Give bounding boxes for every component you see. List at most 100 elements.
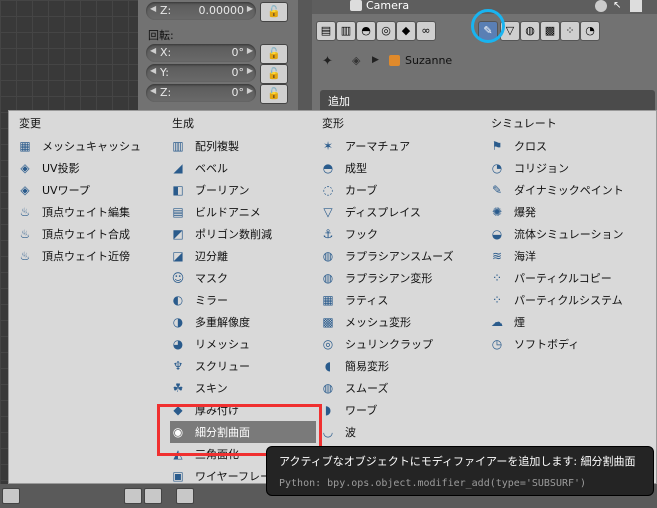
menu-item[interactable]: ◓ 成型: [320, 157, 486, 179]
render-tab-icon[interactable]: ▤: [316, 21, 336, 41]
lock-icon[interactable]: 🔓: [260, 84, 288, 104]
bevel-icon: ◢: [173, 161, 183, 175]
object-tab-icon[interactable]: ◆: [396, 21, 416, 41]
menu-column-title: 変形: [322, 117, 344, 130]
menu-item[interactable]: ◎ シュリンクラップ: [320, 333, 486, 355]
add-modifier-menu: 変更 ▦ メッシュキャッシュ ◈ UV投影 ◈ UVワープ ♨ 頂点ウェイト編集 ♨ 頂点ウェイト合…: [8, 110, 657, 484]
menu-item-label: マスク: [195, 272, 228, 285]
menu-item[interactable]: ◔ コリジョン: [489, 157, 654, 179]
laplacian-deform-icon: ◍: [322, 271, 334, 285]
object-icon: [389, 55, 400, 66]
menu-item[interactable]: ▽ ディスプレイス: [320, 201, 486, 223]
menu-item[interactable]: ◩ ポリゴン数削減: [170, 223, 316, 245]
menu-item[interactable]: ◍ ラプラシアンスムーズ: [320, 245, 486, 267]
menu-item[interactable]: ♆ スクリュー: [170, 355, 316, 377]
menu-item-label: スクリュー: [195, 360, 250, 373]
mesh-cache-icon: ▦: [19, 139, 31, 153]
lock-icon[interactable]: 🔓: [260, 2, 288, 22]
add-modifier-button[interactable]: 追加: [320, 90, 655, 110]
displace-icon: ▽: [323, 205, 333, 219]
menu-item[interactable]: ▦ ラティス: [320, 289, 486, 311]
menu-item[interactable]: ▥ 配列複製: [170, 135, 316, 157]
rotation-y-field[interactable]: ◀ Y: 0° ▶: [146, 64, 256, 82]
menu-item[interactable]: ▩ メッシュ変形: [320, 311, 486, 333]
menu-item-label: 簡易変形: [345, 360, 389, 373]
menu-item-label: クロス: [514, 140, 547, 153]
menu-item[interactable]: ✶ アーマチュア: [320, 135, 486, 157]
menu-item[interactable]: ◈ UVワープ: [17, 179, 167, 201]
menu-item[interactable]: ▤ ビルドアニメ: [170, 201, 316, 223]
menu-item[interactable]: ◡ 波: [320, 421, 486, 443]
render-icon[interactable]: [630, 0, 642, 12]
menu-item[interactable]: ◕ リメッシュ: [170, 333, 316, 355]
menu-item[interactable]: ♨ 頂点ウェイト近傍: [17, 245, 167, 267]
menu-item[interactable]: ☁ 煙: [489, 311, 654, 333]
menu-item[interactable]: ◒ 流体シミュレーション: [489, 223, 654, 245]
menu-item[interactable]: ⁘ パーティクルコピー: [489, 267, 654, 289]
menu-item[interactable]: ≋ 海洋: [489, 245, 654, 267]
menu-item[interactable]: ◌ カーブ: [320, 179, 486, 201]
world-tab-icon[interactable]: ◎: [376, 21, 396, 41]
menu-item-label: パーティクルコピー: [514, 272, 612, 285]
menu-item[interactable]: ⚑ クロス: [489, 135, 654, 157]
region-divider[interactable]: [298, 0, 312, 110]
particles-tab-icon[interactable]: ⁘: [560, 21, 580, 41]
menu-item-label: 配列複製: [195, 140, 239, 153]
menu-item[interactable]: ♨ 頂点ウェイト編集: [17, 201, 167, 223]
physics-tab-icon[interactable]: ◔: [580, 21, 600, 41]
pivot-button-icon[interactable]: [176, 488, 194, 504]
menu-item[interactable]: ⚓ フック: [320, 223, 486, 245]
soft-body-icon: ◷: [491, 337, 503, 351]
lock-icon[interactable]: 🔓: [260, 44, 288, 64]
menu-item[interactable]: ◧ ブーリアン: [170, 179, 316, 201]
location-z-field[interactable]: ◀ Z: 0.00000 ▶: [146, 2, 256, 20]
lock-icon[interactable]: 🔓: [260, 64, 288, 84]
material-tab-icon[interactable]: ◍: [520, 21, 540, 41]
context-path: ✦ ◈ ▶ Suzanne: [312, 50, 657, 72]
menu-item-label: UV投影: [42, 162, 80, 175]
menu-item-label: ビルドアニメ: [195, 206, 261, 219]
editor-type-icon[interactable]: [2, 488, 20, 504]
scene-tab-icon[interactable]: ◓: [356, 21, 376, 41]
constraints-tab-icon[interactable]: ∞: [416, 21, 436, 41]
menu-item[interactable]: ♨ 頂点ウェイト合成: [17, 223, 167, 245]
menu-item[interactable]: ✎ ダイナミックペイント: [489, 179, 654, 201]
view-button-icon[interactable]: [124, 488, 142, 504]
pin-icon[interactable]: ✦: [322, 54, 333, 69]
menu-item[interactable]: ☘ スキン: [170, 377, 316, 399]
menu-item[interactable]: ◑ 多重解像度: [170, 311, 316, 333]
warp-icon: ◗: [324, 403, 332, 417]
menu-item[interactable]: ◐ ミラー: [170, 289, 316, 311]
skin-icon: ☘: [172, 381, 184, 395]
menu-item[interactable]: ⁘ パーティクルシステム: [489, 289, 654, 311]
highlight-circle: [471, 9, 505, 43]
collision-icon: ◔: [491, 161, 503, 175]
menu-item[interactable]: ◢ ベベル: [170, 157, 316, 179]
menu-item-label: ブーリアン: [195, 184, 250, 197]
menu-item[interactable]: ◈ UV投影: [17, 157, 167, 179]
menu-item[interactable]: ◖ 簡易変形: [320, 355, 486, 377]
camera-label[interactable]: Camera: [366, 0, 409, 12]
menu-column-title: 生成: [172, 117, 194, 130]
menu-item[interactable]: ◍ ラプラシアン変形: [320, 267, 486, 289]
rotation-x-field[interactable]: ◀ X: 0° ▶: [146, 44, 256, 62]
visibility-icon[interactable]: [595, 0, 607, 12]
menu-item[interactable]: ◷ ソフトボディ: [489, 333, 654, 355]
menu-item[interactable]: ◗ ワーブ: [320, 399, 486, 421]
mirror-icon: ◐: [172, 293, 184, 307]
menu-column-title: シミュレート: [491, 117, 557, 130]
smooth-icon: ◍: [322, 381, 334, 395]
menu-item[interactable]: ☺ マスク: [170, 267, 316, 289]
texture-tab-icon[interactable]: ▩: [540, 21, 560, 41]
boolean-icon: ◧: [172, 183, 184, 197]
rotation-z-field[interactable]: ◀ Z: 0° ▶: [146, 84, 256, 102]
vertex-weight-icon: ♨: [19, 249, 31, 263]
menu-item[interactable]: ✺ 爆発: [489, 201, 654, 223]
menu-item[interactable]: ▦ メッシュキャッシュ: [17, 135, 167, 157]
menu-item-label: ベベル: [195, 162, 228, 175]
menu-item[interactable]: ◍ スムーズ: [320, 377, 486, 399]
menu-item[interactable]: ◪ 辺分離: [170, 245, 316, 267]
shading-button-icon[interactable]: [144, 488, 162, 504]
render-layers-tab-icon[interactable]: ▥: [336, 21, 356, 41]
select-arrow-icon[interactable]: ↖: [613, 0, 625, 12]
